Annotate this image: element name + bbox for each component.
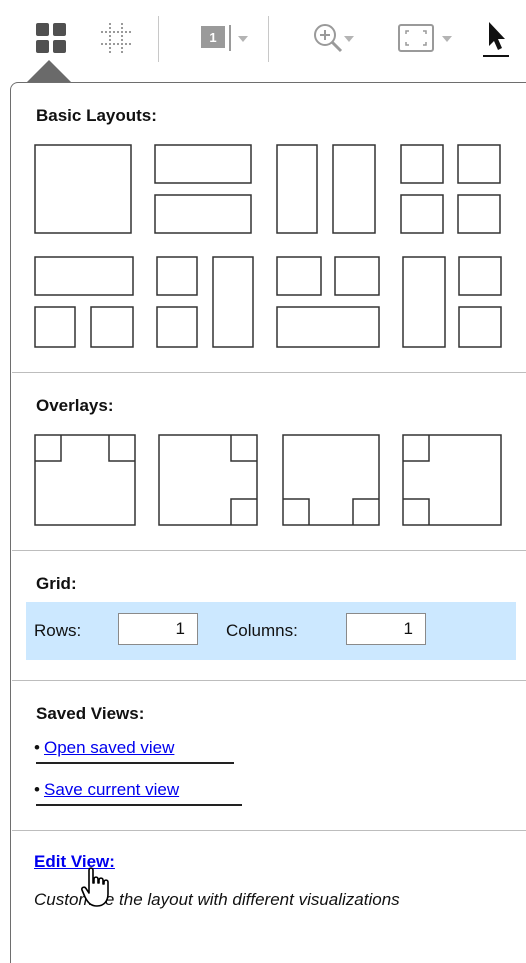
- zoom-in-icon: [314, 24, 343, 53]
- toolbar-divider: [268, 16, 269, 62]
- svg-text:1: 1: [209, 30, 216, 45]
- toolbar-divider: [158, 16, 159, 62]
- chevron-down-icon: [238, 36, 248, 42]
- open-saved-view-link[interactable]: Open saved view: [44, 738, 174, 757]
- layout-tiles-icon: [36, 23, 66, 53]
- layout-top-wide-two-bottom[interactable]: [34, 256, 134, 348]
- layout-single-full[interactable]: [34, 144, 132, 234]
- grid-tiles-icon: [101, 23, 131, 53]
- link-underline: [36, 762, 234, 764]
- grid-controls: Rows: Columns:: [26, 602, 516, 660]
- overlay-right-corners[interactable]: [158, 434, 258, 526]
- fit-to-frame-button[interactable]: [376, 14, 456, 62]
- chevron-down-icon: [442, 36, 452, 42]
- chevron-down-icon: [344, 36, 354, 42]
- bullet: •: [34, 738, 40, 757]
- select-pointer-button[interactable]: [476, 14, 516, 62]
- view-numbering-icon: 1: [201, 25, 231, 51]
- hand-cursor-icon: [81, 867, 109, 907]
- grid-title: Grid:: [36, 574, 77, 593]
- open-saved-view-item: • Open saved view: [34, 738, 174, 758]
- columns-label: Columns:: [226, 621, 298, 640]
- grid-tiles-button[interactable]: [94, 14, 138, 62]
- save-current-view-link[interactable]: Save current view: [44, 780, 179, 799]
- overlay-left-corners[interactable]: [402, 434, 502, 526]
- basic-layouts-title: Basic Layouts:: [36, 106, 157, 125]
- view-numbering-button[interactable]: 1: [176, 14, 256, 62]
- rows-input[interactable]: [118, 613, 198, 645]
- toolbar: 1: [0, 0, 526, 82]
- section-divider: [12, 550, 526, 551]
- layout-two-by-two[interactable]: [400, 144, 502, 234]
- save-current-view-item: • Save current view: [34, 780, 179, 800]
- section-divider: [12, 830, 526, 831]
- overlays-title: Overlays:: [36, 396, 114, 415]
- section-divider: [12, 372, 526, 373]
- link-underline: [36, 804, 242, 806]
- section-divider: [12, 680, 526, 681]
- bullet: •: [34, 780, 40, 799]
- saved-views-title: Saved Views:: [36, 704, 145, 723]
- layout-top-two-bottom-wide[interactable]: [276, 256, 380, 348]
- overlay-bottom-corners[interactable]: [282, 434, 380, 526]
- layout-two-columns[interactable]: [276, 144, 376, 234]
- layout-left-two-right-tall[interactable]: [156, 256, 254, 348]
- zoom-button[interactable]: [296, 14, 360, 62]
- selected-indicator: [27, 60, 71, 82]
- fit-to-frame-icon: [398, 24, 434, 52]
- layout-left-tall-right-two[interactable]: [402, 256, 502, 348]
- select-pointer-icon: [483, 22, 509, 57]
- overlay-top-corners[interactable]: [34, 434, 136, 526]
- layout-two-rows[interactable]: [154, 144, 252, 234]
- rows-label: Rows:: [34, 621, 82, 640]
- columns-input[interactable]: [346, 613, 426, 645]
- layout-tiles-button[interactable]: [28, 14, 74, 62]
